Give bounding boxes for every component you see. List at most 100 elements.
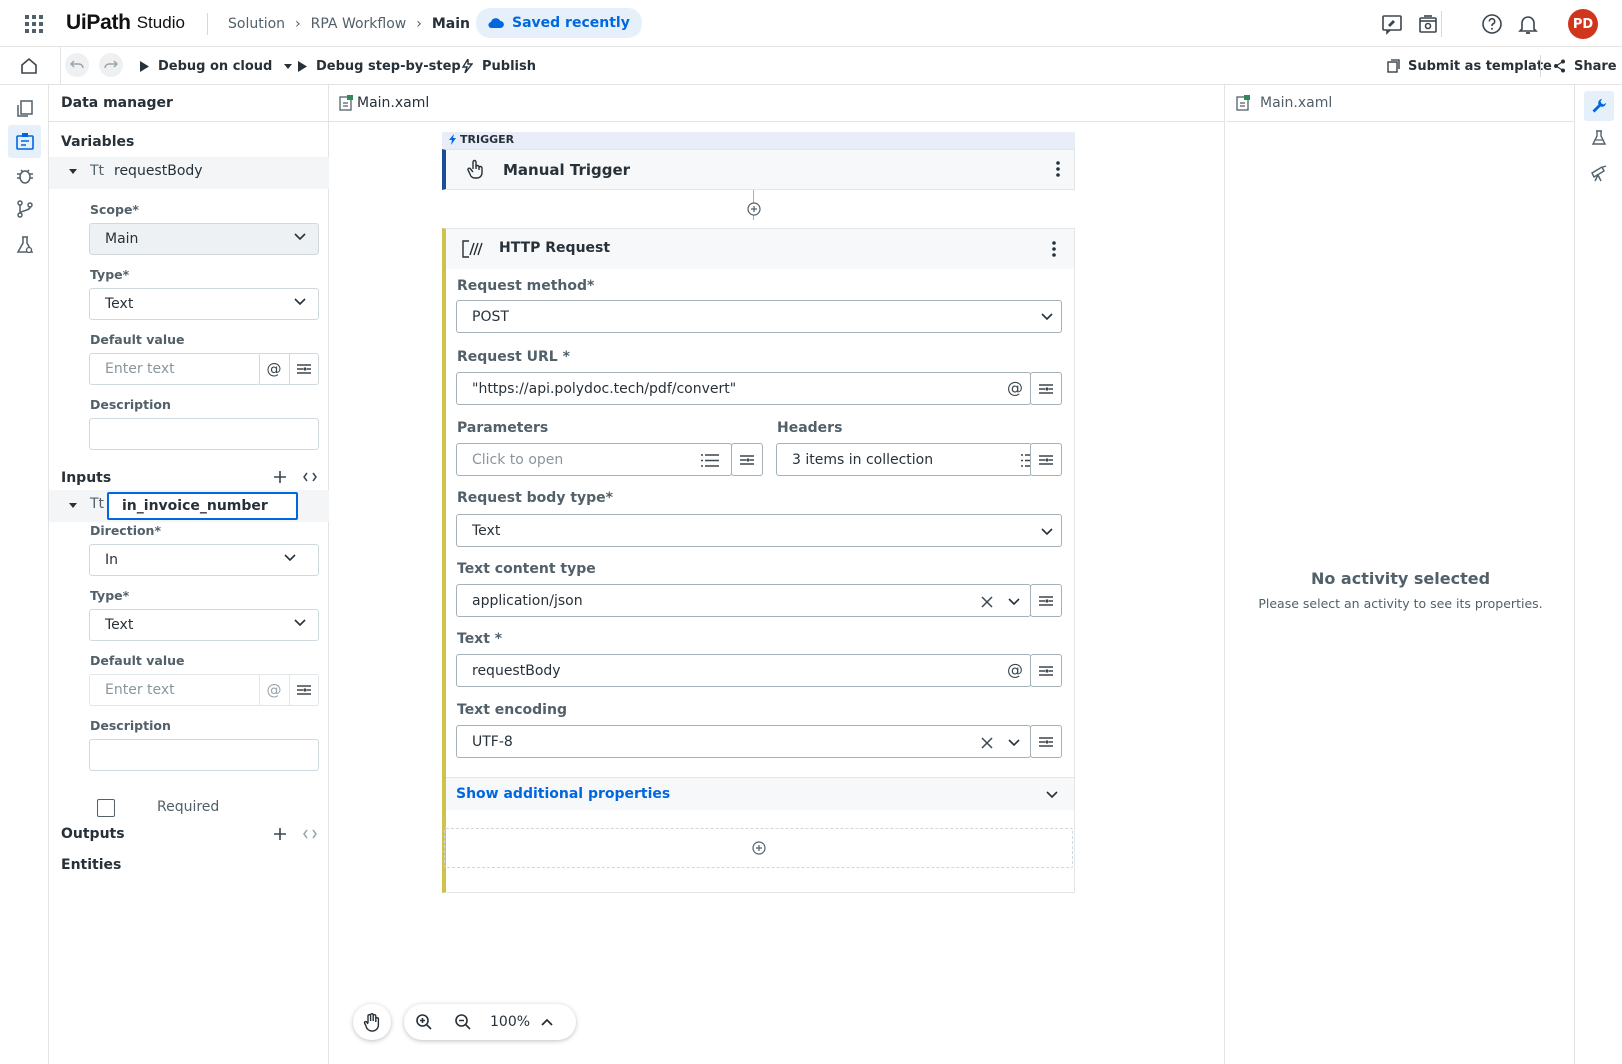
entities-section-title[interactable]: Entities bbox=[61, 857, 121, 873]
request-url-input[interactable]: "https://api.polydoc.tech/pdf/convert" @ bbox=[456, 372, 1031, 405]
submit-as-template-button[interactable]: Submit as template bbox=[1387, 56, 1552, 76]
properties-tab[interactable]: Main.xaml bbox=[1226, 85, 1575, 122]
request-url-expression-button[interactable] bbox=[1030, 372, 1062, 405]
text-encoding-expression-button[interactable] bbox=[1030, 725, 1062, 758]
logo[interactable]: UiPath Studio bbox=[66, 11, 185, 35]
add-activity-plus-icon[interactable] bbox=[747, 202, 761, 216]
source-control-icon[interactable] bbox=[14, 198, 36, 220]
at-expression-icon[interactable]: @ bbox=[259, 674, 289, 706]
direction-label: Direction* bbox=[90, 523, 161, 538]
text-input[interactable]: requestBody @ bbox=[456, 654, 1031, 687]
canvas-tab[interactable]: Main.xaml bbox=[329, 85, 1225, 122]
home-icon[interactable] bbox=[20, 57, 38, 75]
input-description-input[interactable] bbox=[89, 739, 319, 771]
show-additional-properties-row[interactable]: Show additional properties bbox=[446, 777, 1074, 810]
text-content-type-select[interactable]: application/json bbox=[456, 584, 1031, 617]
variable-name[interactable]: requestBody bbox=[114, 163, 203, 179]
data-manager-icon[interactable] bbox=[14, 131, 36, 153]
text-encoding-label: Text encoding bbox=[457, 702, 567, 718]
add-input-plus-icon[interactable] bbox=[274, 471, 286, 483]
http-request-header[interactable]: HTTP Request bbox=[446, 229, 1074, 269]
list-icon[interactable] bbox=[701, 454, 719, 467]
required-checkbox[interactable] bbox=[97, 799, 115, 817]
add-activity-plus-icon[interactable] bbox=[752, 841, 766, 855]
expression-editor-icon[interactable] bbox=[289, 674, 319, 706]
input-name-field[interactable]: in_invoice_number bbox=[107, 492, 298, 520]
code-view-icon[interactable] bbox=[303, 828, 317, 840]
show-additional-properties-link[interactable]: Show additional properties bbox=[456, 786, 670, 802]
debug-bug-icon[interactable] bbox=[14, 165, 36, 187]
share-button[interactable]: Share bbox=[1553, 56, 1617, 76]
request-method-value: POST bbox=[472, 308, 509, 325]
input-type-select[interactable]: Text bbox=[89, 609, 319, 641]
code-view-icon[interactable] bbox=[303, 471, 317, 483]
undo-icon[interactable] bbox=[65, 53, 89, 77]
clear-x-icon[interactable] bbox=[981, 596, 993, 608]
breadcrumb-solution[interactable]: Solution bbox=[228, 16, 285, 32]
description-input[interactable] bbox=[89, 418, 319, 450]
request-body-type-select[interactable]: Text bbox=[456, 514, 1062, 547]
saved-status-text: Saved recently bbox=[512, 15, 630, 31]
at-expression-icon[interactable]: @ bbox=[259, 353, 289, 385]
expression-editor-icon[interactable] bbox=[289, 353, 319, 385]
default-value-input[interactable]: Enter text bbox=[89, 353, 260, 385]
more-vertical-icon[interactable] bbox=[1056, 161, 1060, 177]
test-flask-icon[interactable] bbox=[1590, 129, 1608, 147]
variables-section-title[interactable]: Variables bbox=[61, 134, 134, 150]
test-explorer-icon[interactable] bbox=[14, 234, 36, 256]
more-vertical-icon[interactable] bbox=[1052, 241, 1056, 257]
scope-select[interactable]: Main bbox=[89, 223, 319, 255]
add-output-plus-icon[interactable] bbox=[274, 828, 286, 840]
add-activity-dropzone[interactable] bbox=[444, 828, 1073, 868]
zoom-in-icon[interactable] bbox=[415, 1013, 433, 1031]
telescope-icon[interactable] bbox=[1590, 164, 1608, 182]
properties-wrench-icon[interactable] bbox=[1584, 91, 1614, 121]
text-expression-button[interactable] bbox=[1030, 654, 1062, 687]
hand-icon bbox=[363, 1013, 380, 1032]
collapse-caret-icon[interactable] bbox=[69, 503, 77, 508]
app-grid-icon[interactable] bbox=[24, 14, 44, 34]
collapse-caret-icon[interactable] bbox=[69, 169, 77, 174]
headers-expression-button[interactable] bbox=[1030, 443, 1062, 476]
parameters-input[interactable]: Click to open bbox=[456, 443, 732, 476]
breadcrumb-main[interactable]: Main bbox=[432, 16, 470, 32]
breadcrumb-rpa-workflow[interactable]: RPA Workflow bbox=[311, 16, 407, 32]
text-encoding-select[interactable]: UTF-8 bbox=[456, 725, 1031, 758]
debug-on-cloud-button[interactable]: Debug on cloud bbox=[140, 56, 293, 76]
chevron-down-icon[interactable] bbox=[1008, 739, 1020, 747]
at-expression-icon[interactable]: @ bbox=[1007, 660, 1023, 679]
request-method-select[interactable]: POST bbox=[456, 300, 1062, 333]
publish-button[interactable]: Publish bbox=[461, 56, 536, 76]
clear-x-icon[interactable] bbox=[981, 737, 993, 749]
at-expression-icon[interactable]: @ bbox=[1007, 378, 1023, 397]
play-icon bbox=[140, 60, 149, 72]
pan-hand-button[interactable] bbox=[353, 1004, 391, 1040]
redo-icon[interactable] bbox=[99, 53, 123, 77]
chevron-down-icon bbox=[1041, 528, 1053, 536]
headers-input[interactable]: 3 items in collection bbox=[776, 443, 1039, 476]
project-files-icon[interactable] bbox=[14, 97, 36, 119]
notifications-bell-icon[interactable] bbox=[1518, 13, 1538, 35]
inputs-section-title[interactable]: Inputs bbox=[61, 470, 111, 486]
scope-value: Main bbox=[105, 231, 139, 247]
direction-select[interactable]: In bbox=[89, 544, 319, 576]
avatar[interactable]: PD bbox=[1568, 9, 1598, 39]
feedback-icon[interactable] bbox=[1381, 13, 1403, 35]
input-default-value-input[interactable]: Enter text bbox=[89, 674, 260, 706]
saved-status-badge[interactable]: Saved recently bbox=[476, 8, 642, 38]
request-method-label: Request method* bbox=[457, 278, 595, 294]
manual-trigger-card[interactable]: Manual Trigger bbox=[442, 149, 1075, 190]
parameters-label: Parameters bbox=[457, 420, 549, 436]
top-header: UiPath Studio Solution › RPA Workflow › … bbox=[0, 0, 1622, 47]
zoom-out-icon[interactable] bbox=[454, 1013, 472, 1031]
parameters-expression-button[interactable] bbox=[731, 443, 763, 476]
text-content-type-expression-button[interactable] bbox=[1030, 584, 1062, 617]
debug-step-by-step-button[interactable]: Debug step-by-step bbox=[298, 56, 461, 76]
chevron-up-icon[interactable] bbox=[541, 1018, 553, 1026]
variable-type-select[interactable]: Text bbox=[89, 288, 319, 320]
help-icon[interactable] bbox=[1481, 13, 1503, 35]
outputs-section-title[interactable]: Outputs bbox=[61, 826, 125, 842]
chevron-down-icon[interactable] bbox=[1008, 598, 1020, 606]
store-icon[interactable] bbox=[1417, 13, 1439, 35]
caret-down-icon[interactable] bbox=[284, 63, 293, 69]
